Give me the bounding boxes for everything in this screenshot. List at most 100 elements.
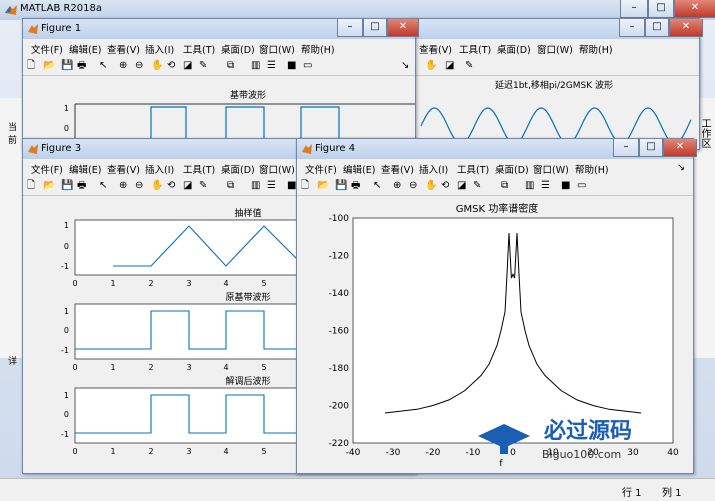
save-icon[interactable]: 💾 <box>61 59 73 73</box>
brush-icon[interactable]: ✎ <box>473 179 481 193</box>
fig4-close-button[interactable]: ✕ <box>663 139 697 157</box>
zoom-in-icon[interactable]: ⊕ <box>119 179 127 193</box>
menu-file[interactable]: 文件(F) <box>31 162 63 176</box>
print-icon[interactable]: 🖶 <box>351 179 360 193</box>
save-icon[interactable]: 💾 <box>335 179 347 193</box>
pan-icon[interactable]: ✋ <box>425 179 437 193</box>
fig2-menu-item[interactable]: 窗口(W) <box>537 42 573 56</box>
fig2-maximize-button[interactable]: □ <box>645 19 669 37</box>
figure-2-window[interactable]: – □ ✕ 查看(V) 工具(T) 桌面(D) 窗口(W) 帮助(H) ✋ ◪ … <box>408 18 703 150</box>
menu-tools[interactable]: 工具(T) <box>183 42 215 56</box>
fig2-menu-item[interactable]: 工具(T) <box>459 42 491 56</box>
menu-insert[interactable]: 插入(I) <box>145 42 174 56</box>
rotate-3d-icon[interactable]: ⟲ <box>441 179 449 193</box>
data-cursor-icon[interactable]: ◪ <box>457 179 466 193</box>
menu-help[interactable]: 帮助(H) <box>301 42 335 56</box>
dock-icon[interactable]: ▭ <box>577 179 586 193</box>
pan-icon[interactable]: ✋ <box>151 59 163 73</box>
menu-tools[interactable]: 工具(T) <box>457 162 489 176</box>
brush-icon[interactable]: ✎ <box>199 179 207 193</box>
fig2-close-button[interactable]: ✕ <box>669 19 703 37</box>
hide-tools-icon[interactable]: ■ <box>561 179 570 193</box>
new-figure-icon[interactable]: 🗋 <box>27 59 35 73</box>
pan-icon[interactable]: ✋ <box>425 59 437 73</box>
menu-file[interactable]: 文件(F) <box>305 162 337 176</box>
menu-window[interactable]: 窗口(W) <box>259 42 295 56</box>
data-cursor-icon[interactable]: ◪ <box>183 179 192 193</box>
link-plot-icon[interactable]: ⧉ <box>227 179 234 193</box>
open-file-icon[interactable]: 📂 <box>43 59 55 73</box>
fig1-close-button[interactable]: ✕ <box>387 19 419 37</box>
dock-icon[interactable]: ▭ <box>303 59 312 73</box>
link-plot-icon[interactable]: ⧉ <box>501 179 508 193</box>
menu-edit[interactable]: 编辑(E) <box>343 162 375 176</box>
data-cursor-icon[interactable]: ◪ <box>445 59 454 73</box>
fig3-x-tick: 2 <box>148 363 153 372</box>
menu-edit[interactable]: 编辑(E) <box>69 42 101 56</box>
rotate-3d-icon[interactable]: ⟲ <box>167 179 175 193</box>
fig2-minimize-button[interactable]: – <box>619 19 645 37</box>
edit-plot-icon[interactable]: ↖ <box>373 179 381 193</box>
zoom-out-icon[interactable]: ⊖ <box>409 179 417 193</box>
brush-icon[interactable]: ✎ <box>199 59 207 73</box>
print-icon[interactable]: 🖶 <box>77 179 86 193</box>
menu-window[interactable]: 窗口(W) <box>533 162 569 176</box>
dock-arrow-icon[interactable]: ↘ <box>677 162 685 173</box>
fig2-menu-item[interactable]: 帮助(H) <box>579 42 613 56</box>
fig3-y-tick: 0 <box>64 242 69 251</box>
legend-icon[interactable]: ☰ <box>267 59 276 73</box>
rotate-3d-icon[interactable]: ⟲ <box>167 59 175 73</box>
pan-icon[interactable]: ✋ <box>151 179 163 193</box>
hide-tools-icon[interactable]: ■ <box>287 59 296 73</box>
fig1-toolbar: 🗋 📂 💾 🖶 ↖ ⊕ ⊖ ✋ ⟲ ◪ ✎ ⧉ ▥ ☰ ■ ▭ ↘ <box>23 57 415 76</box>
menu-insert[interactable]: 插入(I) <box>419 162 448 176</box>
open-file-icon[interactable]: 📂 <box>317 179 329 193</box>
menu-edit[interactable]: 编辑(E) <box>69 162 101 176</box>
fig4-minimize-button[interactable]: – <box>613 139 639 157</box>
menu-window[interactable]: 窗口(W) <box>259 162 295 176</box>
dock-arrow-icon[interactable]: ↘ <box>401 59 409 73</box>
fig1-minimize-button[interactable]: – <box>337 19 363 37</box>
menu-desktop[interactable]: 桌面(D) <box>495 162 529 176</box>
zoom-in-icon[interactable]: ⊕ <box>119 59 127 73</box>
menu-help[interactable]: 帮助(H) <box>575 162 609 176</box>
link-plot-icon[interactable]: ⧉ <box>227 59 234 73</box>
new-figure-icon[interactable]: 🗋 <box>27 179 35 193</box>
psd-x-tick: -40 <box>346 448 361 458</box>
legend-icon[interactable]: ☰ <box>267 179 276 193</box>
legend-icon[interactable]: ☰ <box>541 179 550 193</box>
maximize-button[interactable]: □ <box>648 0 674 18</box>
menu-tools[interactable]: 工具(T) <box>183 162 215 176</box>
edit-plot-icon[interactable]: ↖ <box>99 179 107 193</box>
menu-view[interactable]: 查看(V) <box>107 162 140 176</box>
fig2-menu-item[interactable]: 桌面(D) <box>497 42 531 56</box>
save-icon[interactable]: 💾 <box>61 179 73 193</box>
fig3-y-tick: -1 <box>61 430 69 439</box>
colorbar-icon[interactable]: ▥ <box>251 179 260 193</box>
brush-icon[interactable]: ✎ <box>465 59 473 73</box>
data-cursor-icon[interactable]: ◪ <box>183 59 192 73</box>
menu-desktop[interactable]: 桌面(D) <box>221 42 255 56</box>
fig1-maximize-button[interactable]: □ <box>363 19 387 37</box>
print-icon[interactable]: 🖶 <box>77 59 86 73</box>
figure-1-window[interactable]: Figure 1 – □ ✕ 文件(F) 编辑(E) 查看(V) 插入(I) 工… <box>22 18 419 150</box>
fig4-maximize-button[interactable]: □ <box>639 139 663 157</box>
menu-insert[interactable]: 插入(I) <box>145 162 174 176</box>
colorbar-icon[interactable]: ▥ <box>251 59 260 73</box>
fig3-x-tick: 4 <box>223 279 228 288</box>
close-button[interactable]: ✕ <box>674 0 715 18</box>
edit-plot-icon[interactable]: ↖ <box>99 59 107 73</box>
fig3-y-tick: 1 <box>64 307 69 316</box>
fig2-menu-item[interactable]: 查看(V) <box>419 42 452 56</box>
menu-view[interactable]: 查看(V) <box>381 162 414 176</box>
zoom-in-icon[interactable]: ⊕ <box>393 179 401 193</box>
menu-desktop[interactable]: 桌面(D) <box>221 162 255 176</box>
menu-view[interactable]: 查看(V) <box>107 42 140 56</box>
new-figure-icon[interactable]: 🗋 <box>301 179 309 193</box>
minimize-button[interactable]: – <box>620 0 648 18</box>
colorbar-icon[interactable]: ▥ <box>525 179 534 193</box>
zoom-out-icon[interactable]: ⊖ <box>135 59 143 73</box>
zoom-out-icon[interactable]: ⊖ <box>135 179 143 193</box>
menu-file[interactable]: 文件(F) <box>31 42 63 56</box>
open-file-icon[interactable]: 📂 <box>43 179 55 193</box>
